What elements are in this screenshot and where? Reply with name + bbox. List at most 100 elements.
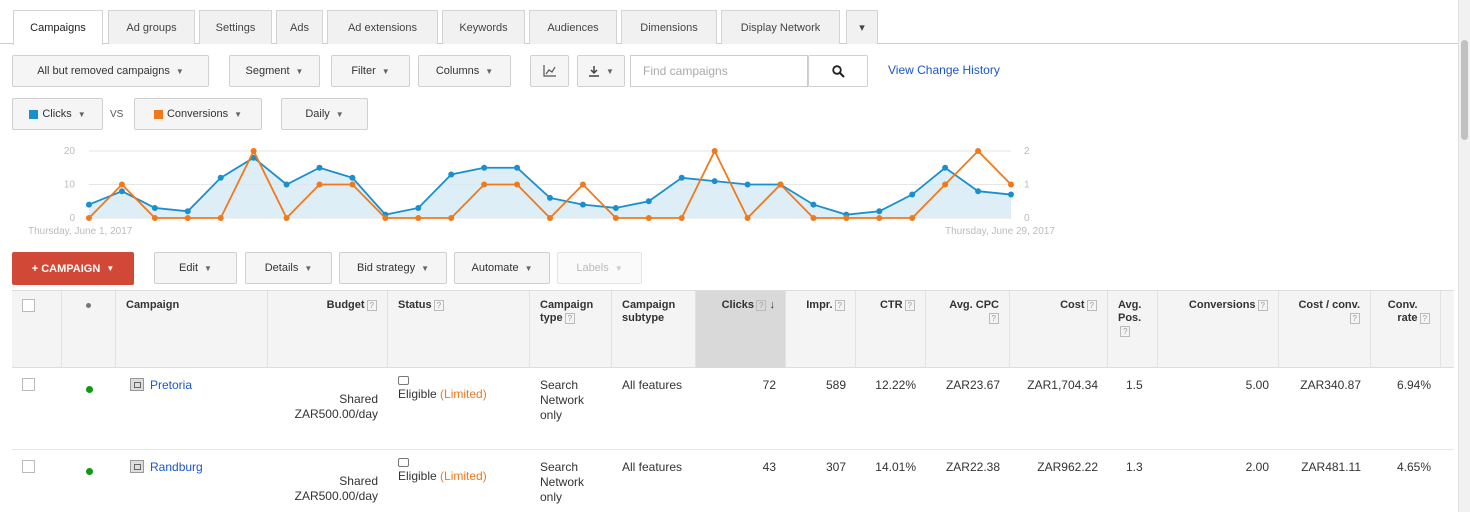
- download-button[interactable]: ▼: [577, 55, 625, 87]
- campaign-cell: Pretoria: [116, 368, 268, 450]
- tab-audiences[interactable]: Audiences: [529, 10, 617, 44]
- clicks-area: [89, 157, 1011, 218]
- tab-ads[interactable]: Ads: [276, 10, 323, 44]
- tab-keywords[interactable]: Keywords: [442, 10, 525, 44]
- cost-cell: ZAR1,704.34: [1027, 378, 1098, 392]
- avg-cpc-cell: ZAR22.38: [945, 460, 1000, 474]
- bid-strategy-dropdown[interactable]: Bid strategy ▼: [339, 252, 447, 284]
- help-icon[interactable]: ?: [1349, 312, 1360, 324]
- tab-campaigns[interactable]: Campaigns: [13, 10, 103, 45]
- row-checkbox[interactable]: [22, 460, 35, 473]
- search-button[interactable]: [808, 55, 868, 87]
- search-campaign-icon: [130, 378, 144, 391]
- header-conv-rate[interactable]: Conv. rate?: [1371, 291, 1441, 368]
- chevron-down-icon: ▼: [204, 263, 212, 273]
- tabs-more-button[interactable]: ▾: [846, 10, 878, 44]
- type-cell: Search Network only: [540, 460, 585, 504]
- chevron-down-icon: ▼: [175, 66, 184, 76]
- view-change-history-link[interactable]: View Change History: [888, 63, 1000, 77]
- scrollbar-thumb[interactable]: [1461, 40, 1468, 140]
- clicks-point: [448, 171, 455, 178]
- conversions-cell: 2.00: [1245, 460, 1269, 474]
- campaign-link[interactable]: Randburg: [150, 460, 203, 474]
- header-campaign-label: Campaign: [126, 299, 180, 311]
- conversions-swatch: [153, 109, 163, 119]
- header-avg-cpc[interactable]: Avg. CPC?: [926, 291, 1010, 368]
- header-ctr[interactable]: CTR?: [856, 291, 926, 368]
- help-icon[interactable]: ?: [1120, 325, 1131, 337]
- campaign-filter-dropdown[interactable]: All but removed campaigns ▼: [12, 55, 209, 87]
- header-impr[interactable]: Impr.?: [786, 291, 856, 368]
- conversions-point: [843, 215, 850, 221]
- chart-toggle-button[interactable]: [530, 55, 569, 87]
- comment-icon[interactable]: [398, 458, 409, 467]
- help-icon[interactable]: ?: [834, 299, 845, 311]
- help-icon[interactable]: ?: [904, 299, 915, 311]
- help-icon[interactable]: ?: [988, 312, 999, 324]
- metric2-dropdown[interactable]: Conversions ▼: [134, 98, 262, 130]
- clicks-point: [942, 164, 949, 171]
- columns-dropdown[interactable]: Columns ▼: [418, 55, 511, 87]
- campaign-cell: Randburg: [116, 450, 268, 512]
- campaign-link[interactable]: Pretoria: [150, 378, 192, 392]
- conversions-point: [283, 215, 290, 221]
- tab-dimensions[interactable]: Dimensions: [621, 10, 717, 44]
- header-conversions[interactable]: Conversions?: [1158, 291, 1279, 368]
- conv-rate-cell: 4.65%: [1396, 460, 1431, 474]
- header-budget[interactable]: Budget?: [268, 291, 388, 368]
- status-cell: Eligible (Limited): [388, 450, 530, 512]
- tab-display-network[interactable]: Display Network: [721, 10, 840, 44]
- conversions-point: [349, 181, 356, 188]
- tab-settings[interactable]: Settings: [199, 10, 272, 44]
- right-tick-label: 1: [1024, 180, 1030, 191]
- help-icon[interactable]: ?: [1419, 312, 1430, 324]
- vertical-scrollbar[interactable]: [1458, 0, 1470, 512]
- conversions-point: [151, 215, 158, 221]
- help-icon[interactable]: ?: [433, 299, 445, 311]
- select-all-checkbox[interactable]: [22, 299, 35, 312]
- header-avg-pos[interactable]: Avg. Pos.?: [1108, 291, 1158, 368]
- header-cost[interactable]: Cost?: [1010, 291, 1108, 368]
- help-icon[interactable]: ?: [1257, 299, 1268, 311]
- header-campaign-type[interactable]: Campaign type?: [530, 291, 612, 368]
- header-campaign[interactable]: Campaign: [116, 291, 268, 368]
- search-input[interactable]: [630, 55, 808, 87]
- details-dropdown[interactable]: Details ▼: [245, 252, 332, 284]
- comment-icon[interactable]: [398, 376, 409, 385]
- add-campaign-label: + CAMPAIGN: [31, 262, 101, 275]
- clicks-point: [810, 201, 817, 208]
- status-cell: Eligible (Limited): [388, 368, 530, 450]
- period-dropdown[interactable]: Daily ▼: [281, 98, 368, 130]
- help-icon[interactable]: ?: [1086, 299, 1097, 311]
- status-limited[interactable]: (Limited): [440, 469, 487, 483]
- segment-label: Segment: [245, 65, 290, 77]
- metric1-dropdown[interactable]: Clicks ▼: [12, 98, 103, 130]
- row-checkbox[interactable]: [22, 378, 35, 391]
- tab-ad-extensions[interactable]: Ad extensions: [327, 10, 438, 44]
- conversions-point: [382, 215, 389, 221]
- clicks-point: [1008, 191, 1014, 198]
- add-campaign-button[interactable]: + CAMPAIGN ▼: [12, 252, 134, 285]
- header-campaign-subtype[interactable]: Campaign subtype: [612, 291, 696, 368]
- chevron-down-icon: ▼: [335, 109, 344, 119]
- segment-dropdown[interactable]: Segment ▼: [229, 55, 320, 87]
- budget-shared: Shared: [339, 474, 378, 488]
- help-icon[interactable]: ?: [564, 312, 576, 324]
- header-cost-per-conv[interactable]: Cost / conv.?: [1279, 291, 1371, 368]
- avg-cpc-cell: ZAR23.67: [945, 378, 1000, 392]
- tab-ad-groups[interactable]: Ad groups: [108, 10, 195, 44]
- edit-dropdown[interactable]: Edit ▼: [154, 252, 237, 284]
- enabled-dot-icon: [85, 468, 93, 475]
- filter-dropdown[interactable]: Filter ▼: [331, 55, 410, 87]
- help-icon[interactable]: ?: [366, 299, 377, 311]
- header-status-dot[interactable]: [62, 291, 116, 368]
- header-status[interactable]: Status?: [388, 291, 530, 368]
- row-status-dot: [62, 368, 116, 450]
- help-icon[interactable]: ?: [755, 299, 767, 311]
- conversions-cell: 5.00: [1245, 378, 1269, 392]
- clicks-point: [711, 178, 718, 185]
- automate-dropdown[interactable]: Automate ▼: [454, 252, 550, 284]
- header-clicks[interactable]: Clicks? ↓: [696, 291, 786, 368]
- header-avg-pos-label: Avg. Pos.: [1118, 299, 1142, 324]
- status-limited[interactable]: (Limited): [440, 387, 487, 401]
